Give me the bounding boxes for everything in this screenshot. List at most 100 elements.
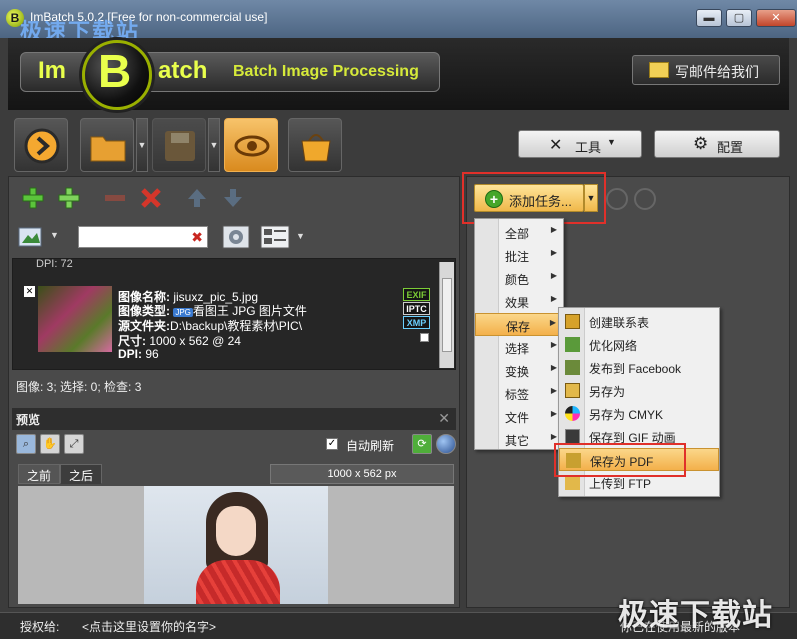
submenu-contact-sheet[interactable]: 创建联系表 bbox=[559, 310, 719, 333]
submenu-web-optimize[interactable]: 优化网络 bbox=[559, 333, 719, 356]
add-folder-icon bbox=[58, 187, 80, 209]
list-scrollbar[interactable] bbox=[439, 262, 454, 368]
disable-task-button[interactable] bbox=[634, 188, 656, 210]
item-menu-icon[interactable] bbox=[420, 333, 429, 342]
delete-x-icon bbox=[141, 188, 161, 208]
watermark-bottom: 极速下载站 bbox=[618, 599, 773, 632]
fit-icon: ⤢ bbox=[69, 438, 79, 450]
shop-button[interactable] bbox=[288, 118, 342, 172]
gear-icon: ⚙ bbox=[693, 134, 709, 153]
gear-image-icon bbox=[222, 225, 250, 249]
gif-icon bbox=[565, 429, 580, 444]
maximize-button[interactable]: ▢ bbox=[726, 9, 752, 27]
save-list-dropdown[interactable]: ▼ bbox=[208, 118, 220, 172]
preview-image bbox=[144, 486, 328, 604]
submenu-save-cmyk[interactable]: 另存为 CMYK bbox=[559, 402, 719, 425]
save-list-button[interactable] bbox=[152, 118, 206, 172]
highlight-save-pdf bbox=[554, 443, 686, 477]
open-folder-button[interactable] bbox=[80, 118, 134, 172]
menu-item-effects[interactable]: 效果 ▶ bbox=[475, 290, 563, 313]
contact-sheet-icon bbox=[565, 314, 580, 329]
remove-image-button[interactable] bbox=[100, 184, 130, 212]
wrench-icon: ✕ bbox=[549, 137, 563, 154]
search-input[interactable]: ✖ bbox=[78, 226, 208, 248]
remove-task-button[interactable] bbox=[606, 188, 628, 210]
minimize-button[interactable]: ▬ bbox=[696, 9, 722, 27]
menu-item-tags[interactable]: 标签 ▶ bbox=[475, 382, 563, 405]
chevron-down-icon: ▼ bbox=[607, 137, 616, 147]
add-folder-button[interactable] bbox=[54, 184, 84, 212]
close-preview-icon[interactable]: ✕ bbox=[438, 410, 450, 427]
refresh-button[interactable]: ⟳ bbox=[412, 434, 432, 454]
set-name-link[interactable]: <点击这里设置你的名字> bbox=[82, 618, 216, 635]
logo-b: B bbox=[98, 45, 132, 97]
tab-before[interactable]: 之前 bbox=[18, 464, 61, 484]
cmyk-icon bbox=[565, 406, 580, 421]
open-folder-dropdown[interactable]: ▼ bbox=[136, 118, 148, 172]
arrow-down-icon bbox=[224, 189, 242, 207]
clear-list-button[interactable] bbox=[136, 184, 166, 212]
shopping-basket-icon bbox=[301, 134, 331, 162]
task-category-menu: 全部 ▶ 批注 ▶ 颜色 ▶ 效果 ▶ 保存 ▶ 选择 ▶ 变换 ▶ 标签 ▶ 文件 ▶ 其它 ▶ bbox=[474, 218, 564, 450]
iptc-badge: IPTC bbox=[403, 302, 430, 315]
web-optimize-icon bbox=[565, 337, 580, 352]
image-dpi-row: DPI: 96 bbox=[118, 347, 159, 361]
logo-im: Im bbox=[38, 57, 67, 84]
close-button[interactable]: ✕ bbox=[756, 9, 796, 27]
scrollbar-thumb[interactable] bbox=[442, 278, 452, 352]
preview-header: 预览 ✕ bbox=[12, 408, 456, 430]
item-checkbox[interactable]: ✕ bbox=[24, 286, 35, 297]
tools-menu-button[interactable]: ✕ 工具 ▼ bbox=[518, 130, 642, 158]
menu-item-select[interactable]: 选择 ▶ bbox=[475, 336, 563, 359]
settings-button[interactable]: ⚙ 配置 bbox=[654, 130, 780, 158]
tab-after[interactable]: 之后 bbox=[60, 464, 103, 484]
run-button[interactable] bbox=[14, 118, 68, 172]
filter-image-icon bbox=[18, 227, 42, 247]
pan-tool-button[interactable]: ✋ bbox=[40, 434, 60, 454]
preview-toggle-button[interactable] bbox=[224, 118, 278, 172]
move-down-button[interactable] bbox=[218, 184, 248, 212]
submenu-save-as[interactable]: 另存为 bbox=[559, 379, 719, 402]
menu-item-color[interactable]: 颜色 ▶ bbox=[475, 267, 563, 290]
eye-icon bbox=[234, 135, 270, 157]
minus-icon bbox=[105, 195, 125, 201]
menu-item-all[interactable]: 全部 ▶ bbox=[475, 221, 563, 244]
add-images-button[interactable] bbox=[18, 184, 48, 212]
move-up-button[interactable] bbox=[182, 184, 212, 212]
image-info-button[interactable] bbox=[220, 222, 252, 252]
settings-label: 配置 bbox=[717, 140, 744, 155]
menu-item-save[interactable]: 保存 ▶ bbox=[475, 313, 563, 336]
floppy-disk-icon bbox=[165, 131, 195, 161]
clear-search-icon[interactable]: ✖ bbox=[191, 229, 203, 246]
image-thumbnail[interactable] bbox=[38, 286, 112, 352]
globe-button[interactable] bbox=[436, 434, 456, 454]
list-view-icon bbox=[260, 225, 290, 249]
hand-icon: ✋ bbox=[43, 438, 57, 450]
facebook-icon bbox=[565, 360, 580, 375]
view-mode-button[interactable]: ▼ bbox=[258, 222, 308, 252]
logo-tagline: Batch Image Processing bbox=[233, 63, 419, 80]
chevron-down-icon: ▼ bbox=[296, 231, 305, 241]
menu-item-file[interactable]: 文件 ▶ bbox=[475, 405, 563, 428]
menu-item-transform[interactable]: 变换 ▶ bbox=[475, 359, 563, 382]
highlight-add-task bbox=[462, 172, 606, 224]
arrow-up-icon bbox=[188, 189, 206, 207]
zoom-tool-button[interactable]: ⌕ bbox=[16, 434, 36, 454]
license-label: 授权给: bbox=[20, 620, 60, 634]
previous-item-stub: DPI: 72 bbox=[36, 258, 73, 270]
select-filter-button[interactable]: ▼ bbox=[16, 222, 64, 252]
menu-item-annotate[interactable]: 批注 ▶ bbox=[475, 244, 563, 267]
list-status: 图像: 3; 选择: 0; 检查: 3 bbox=[16, 380, 142, 394]
zoom-fit-button[interactable]: ⤢ bbox=[64, 434, 84, 454]
tools-label: 工具 bbox=[575, 140, 602, 155]
envelope-icon bbox=[649, 62, 669, 78]
magnifier-icon: ⌕ bbox=[22, 438, 30, 450]
menu-item-other[interactable]: 其它 ▶ bbox=[475, 428, 563, 451]
xmp-badge: XMP bbox=[403, 316, 430, 329]
auto-refresh-checkbox[interactable]: ✓ bbox=[326, 438, 338, 450]
submenu-facebook[interactable]: 发布到 Facebook bbox=[559, 356, 719, 379]
preview-title: 预览 bbox=[16, 413, 41, 427]
email-us-label: 写邮件给我们 bbox=[675, 64, 759, 80]
play-arrow-icon bbox=[24, 128, 60, 164]
email-us-button[interactable]: 写邮件给我们 bbox=[632, 55, 780, 85]
